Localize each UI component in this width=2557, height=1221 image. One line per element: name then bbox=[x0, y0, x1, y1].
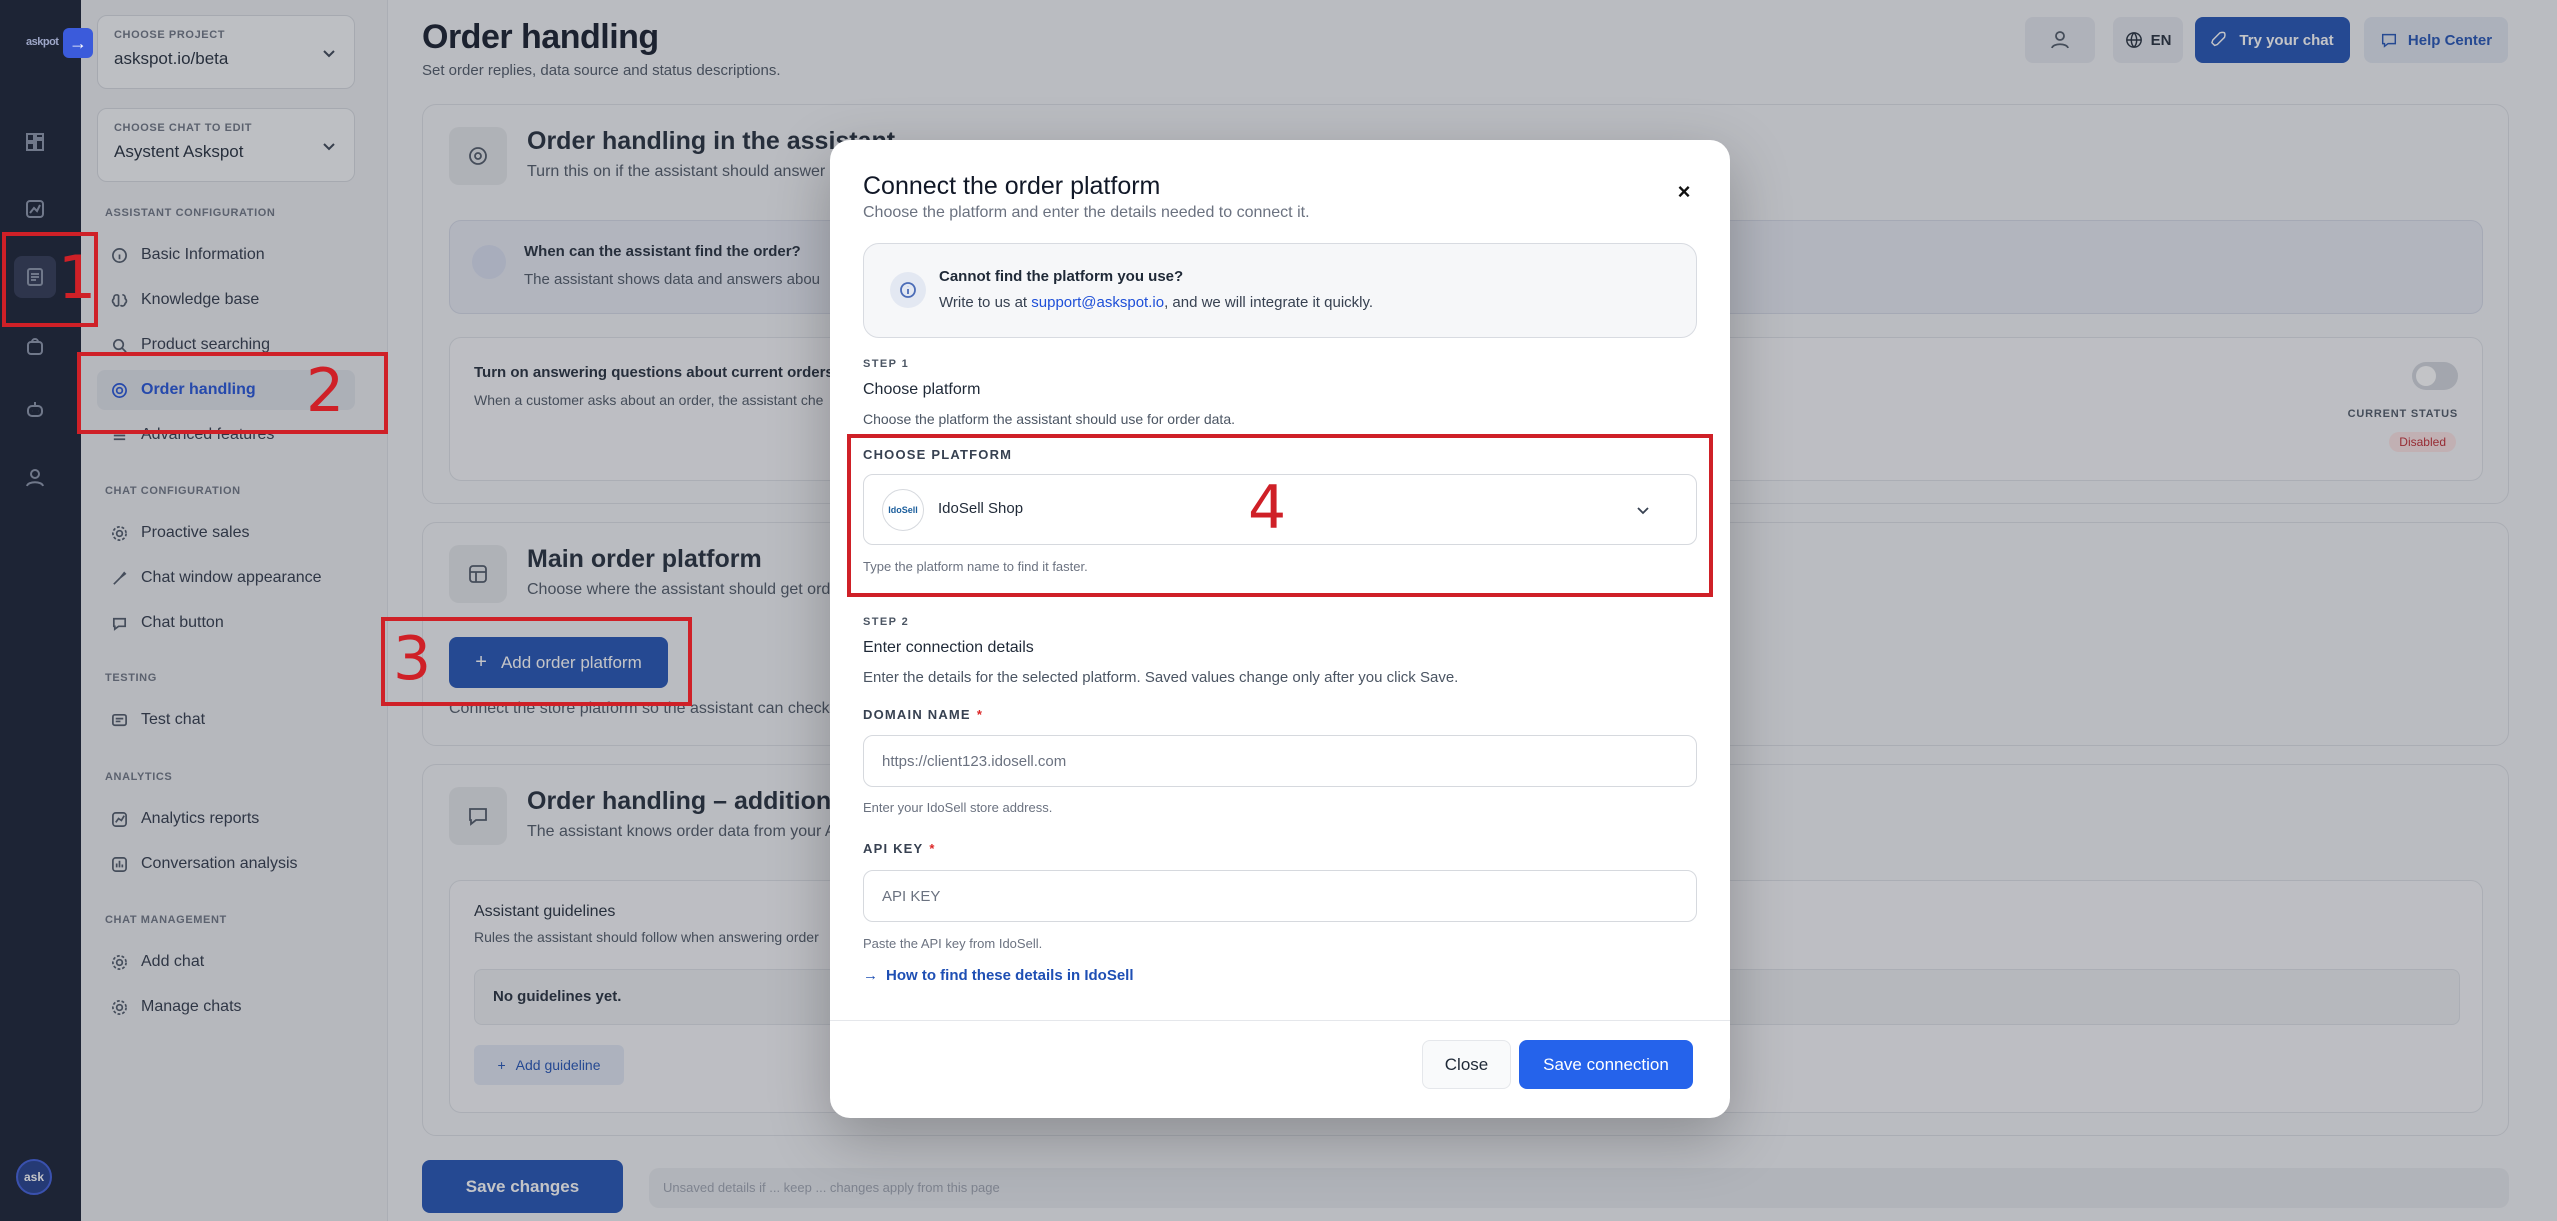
annotation-number-4: 4 bbox=[1248, 473, 1287, 543]
save-connection-button[interactable]: Save connection bbox=[1519, 1040, 1693, 1089]
annotation-number-1: 1 bbox=[58, 243, 97, 313]
api-key-hint: Paste the API key from IdoSell. bbox=[863, 936, 1043, 951]
domain-name-field[interactable] bbox=[863, 735, 1697, 787]
api-key-input[interactable] bbox=[864, 871, 1696, 921]
api-key-label: API KEY * bbox=[863, 841, 936, 856]
domain-hint: Enter your IdoSell store address. bbox=[863, 800, 1053, 815]
platform-info-box: Cannot find the platform you use? Write … bbox=[863, 243, 1697, 338]
info-title: Cannot find the platform you use? bbox=[939, 268, 1184, 285]
help-details-label: How to find these details in IdoSell bbox=[886, 967, 1134, 984]
info-text: Write to us at support@askspot.io, and w… bbox=[939, 294, 1374, 311]
help-details-link[interactable]: → How to find these details in IdoSell bbox=[863, 967, 1134, 984]
step-1-desc: Choose the platform the assistant should… bbox=[863, 411, 1235, 427]
modal-footer-divider bbox=[830, 1020, 1730, 1021]
close-icon[interactable]: × bbox=[1674, 181, 1694, 203]
close-button[interactable]: Close bbox=[1422, 1040, 1511, 1089]
collapse-sidebar-button[interactable]: → bbox=[63, 28, 93, 58]
domain-name-input[interactable] bbox=[864, 736, 1696, 786]
domain-name-label: DOMAIN NAME * bbox=[863, 707, 984, 722]
step-2-heading: Enter connection details bbox=[863, 639, 1034, 656]
modal-subtitle: Choose the platform and enter the detail… bbox=[863, 204, 1310, 221]
step-1-heading: Choose platform bbox=[863, 381, 981, 398]
info-icon bbox=[890, 272, 926, 308]
step-1-label: STEP 1 bbox=[863, 358, 910, 370]
modal-title: Connect the order platform bbox=[863, 172, 1161, 200]
connect-platform-modal: Connect the order platform Choose the pl… bbox=[830, 140, 1730, 1118]
annotation-number-2: 2 bbox=[306, 356, 345, 426]
arrow-right-icon: → bbox=[863, 967, 878, 984]
annotation-number-3: 3 bbox=[393, 624, 432, 694]
step-2-desc: Enter the details for the selected platf… bbox=[863, 669, 1459, 686]
support-email-link[interactable]: support@askspot.io bbox=[1031, 294, 1164, 311]
api-key-field[interactable] bbox=[863, 870, 1697, 922]
step-2-label: STEP 2 bbox=[863, 616, 910, 628]
